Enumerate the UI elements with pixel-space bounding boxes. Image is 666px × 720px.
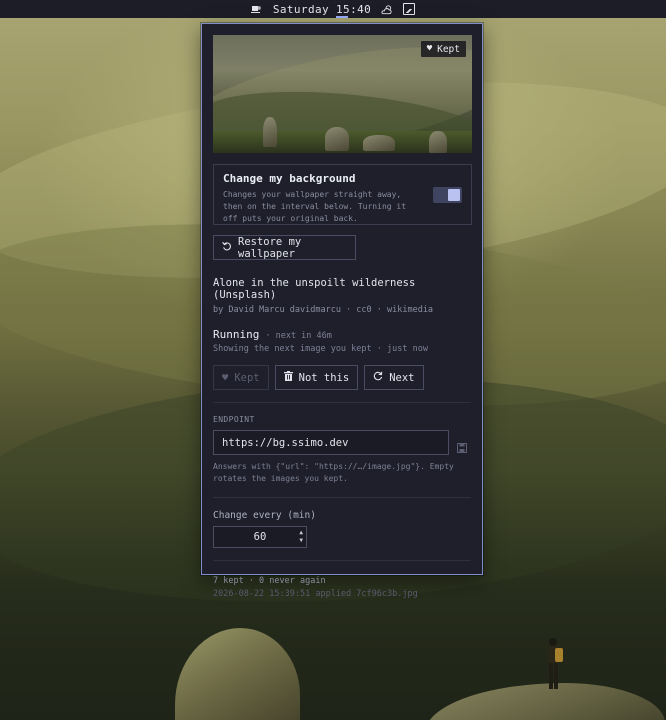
preview-rock xyxy=(429,131,447,153)
interval-label: Change every (min) xyxy=(213,510,316,521)
next-button[interactable]: Next xyxy=(364,365,424,390)
wallpaper-hiker xyxy=(548,638,563,689)
preview-rock xyxy=(325,127,349,151)
status-line: Running · next in 46m xyxy=(213,328,471,341)
status-detail: Showing the next image you kept · just n… xyxy=(213,344,428,354)
endpoint-help: Answers with {"url": "https://…/image.jp… xyxy=(213,462,454,483)
status-state: Running xyxy=(213,328,260,341)
preview-rock xyxy=(363,135,395,151)
image-title: Alone in the unspoilt wilderness (Unspla… xyxy=(213,277,416,301)
status-next: · next in 46m xyxy=(265,331,332,341)
image-info: Alone in the unspoilt wilderness (Unspla… xyxy=(213,277,471,354)
active-indicator xyxy=(336,16,348,18)
restore-wallpaper-button[interactable]: Restore my wallpaper xyxy=(213,235,356,260)
last-applied: 2026-08-22 15:39:51 applied 7cf96c3b.jpg xyxy=(213,589,418,599)
restore-wallpaper-label: Restore my wallpaper xyxy=(238,235,302,260)
clock[interactable]: Saturday 15:40 xyxy=(273,3,371,16)
next-label: Next xyxy=(389,371,415,384)
kept-button-label: Kept xyxy=(234,371,260,384)
change-background-toggle[interactable] xyxy=(433,187,462,203)
divider xyxy=(213,560,471,561)
chevron-down-icon[interactable]: ▼ xyxy=(299,537,303,545)
image-credit: by David Marcu davidmarcu · cc0 · wikime… xyxy=(213,305,434,315)
preview-rock xyxy=(263,117,277,147)
kept-badge: ♥ Kept xyxy=(420,41,466,57)
coffee-icon[interactable] xyxy=(251,3,263,15)
refresh-icon xyxy=(373,371,383,384)
heart-icon: ♥ xyxy=(222,371,229,384)
stepper-arrows[interactable]: ▲ ▼ xyxy=(299,529,303,545)
endpoint-input[interactable] xyxy=(213,430,449,455)
endpoint-row xyxy=(213,430,471,455)
chevron-up-icon[interactable]: ▲ xyxy=(299,529,303,537)
top-bar: Saturday 15:40 xyxy=(0,0,666,18)
interval-input[interactable] xyxy=(214,527,294,547)
toggle-knob xyxy=(448,189,460,201)
kept-counts: 7 kept · 0 never again xyxy=(213,576,326,586)
kept-badge-label: Kept xyxy=(437,43,460,55)
change-background-description: Changes your wallpaper straight away, th… xyxy=(223,190,407,223)
kept-button[interactable]: ♥ Kept xyxy=(213,365,269,390)
panel-footer: 7 kept · 0 never again 2026-08-22 15:39:… xyxy=(213,576,471,599)
divider xyxy=(213,497,471,498)
save-icon[interactable] xyxy=(457,438,467,453)
interval-stepper[interactable]: ▲ ▼ xyxy=(213,526,307,548)
action-buttons: ♥ Kept Not this Next xyxy=(213,365,471,390)
undo-icon xyxy=(222,241,232,254)
trash-icon xyxy=(283,371,293,384)
change-background-title: Change my background xyxy=(223,172,356,185)
wallpaper-panel: ♥ Kept Change my background Changes your… xyxy=(201,23,483,599)
not-this-button[interactable]: Not this xyxy=(274,365,359,390)
endpoint-section-label: ENDPOINT xyxy=(213,415,255,424)
not-this-label: Not this xyxy=(298,371,350,384)
divider xyxy=(213,402,471,403)
weather-partly-cloudy-icon[interactable] xyxy=(381,3,393,15)
wallpaper-preview[interactable]: ♥ Kept xyxy=(213,35,472,153)
change-background-card: Change my background Changes your wallpa… xyxy=(213,164,472,225)
wallpaper-icon[interactable] xyxy=(403,3,416,15)
heart-icon: ♥ xyxy=(426,44,433,54)
